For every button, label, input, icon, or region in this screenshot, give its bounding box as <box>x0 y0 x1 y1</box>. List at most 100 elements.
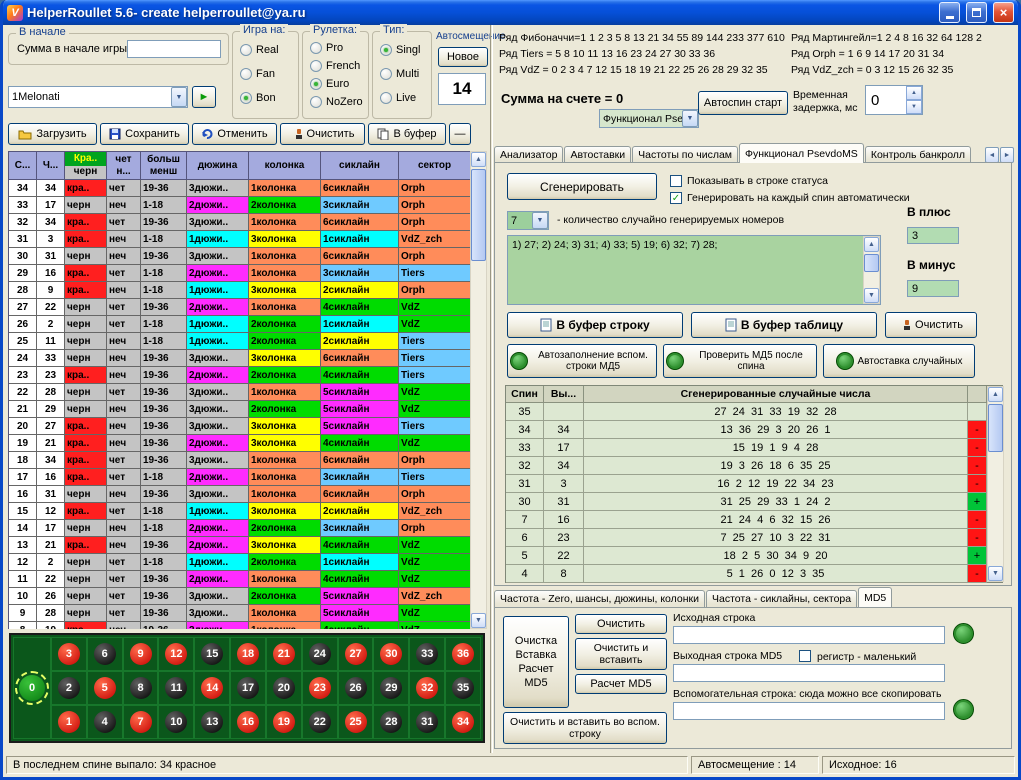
board-number[interactable]: 21 <box>273 643 295 665</box>
history-row[interactable]: 928чернчет19-363дюжи..1колонка5сиклайнVd… <box>9 605 470 622</box>
board-number[interactable]: 34 <box>452 711 474 733</box>
board-number-cell[interactable]: 14 <box>194 671 230 705</box>
board-number-cell[interactable]: 34 <box>445 705 481 739</box>
checkbox-auto-generate[interactable]: Генерировать на каждый спин автоматическ… <box>670 192 910 204</box>
tab-analyzer[interactable]: Анализатор <box>494 146 563 163</box>
board-number[interactable]: 27 <box>345 643 367 665</box>
checkbox-icon[interactable] <box>670 175 682 187</box>
chevron-down-icon[interactable] <box>682 110 698 127</box>
output-string-input[interactable] <box>673 664 945 682</box>
history-row[interactable]: 2129черннеч19-363дюжи..2колонка5сиклайнV… <box>9 401 470 418</box>
scroll-up-icon[interactable] <box>471 152 486 167</box>
radio-live[interactable]: Live <box>380 92 416 104</box>
board-number[interactable]: 25 <box>345 711 367 733</box>
board-number[interactable]: 1 <box>58 711 80 733</box>
scroll-down-icon[interactable] <box>988 566 1003 581</box>
md5-calc-button[interactable]: Расчет MD5 <box>575 674 667 694</box>
board-number[interactable]: 30 <box>380 643 402 665</box>
autobet-random-button[interactable]: Автоставка случайных <box>823 344 975 378</box>
board-number[interactable]: 19 <box>273 711 295 733</box>
history-row[interactable]: 2228чернчет19-363дюжи..1колонка5сиклайнV… <box>9 384 470 401</box>
board-number-cell[interactable]: 21 <box>266 637 302 671</box>
board-number-cell[interactable]: 29 <box>373 671 409 705</box>
board-number-cell[interactable]: 23 <box>302 671 338 705</box>
aux-string-input[interactable] <box>673 702 945 720</box>
function-combo[interactable]: Функционал PsevdoMS <box>599 109 699 128</box>
buffer-table-button[interactable]: В буфер таблицу <box>691 312 877 338</box>
board-number-cell[interactable]: 16 <box>230 705 266 739</box>
tab-freq-sixlines[interactable]: Частота - сиклайны, сектора <box>706 590 857 607</box>
chevron-down-icon[interactable] <box>171 87 187 107</box>
history-row[interactable]: 1631черннеч19-363дюжи..1колонка6сиклайнO… <box>9 486 470 503</box>
clear-generated-button[interactable]: Очистить <box>885 312 977 338</box>
tab-scroll-left-icon[interactable] <box>985 147 999 163</box>
history-scrollbar[interactable] <box>470 151 487 629</box>
history-row[interactable]: 1122чернчет19-362дюжи..1колонка4сиклайнV… <box>9 571 470 588</box>
board-number[interactable]: 4 <box>94 711 116 733</box>
board-number[interactable]: 3 <box>58 643 80 665</box>
board-number[interactable]: 12 <box>165 643 187 665</box>
board-number-cell[interactable]: 6 <box>87 637 123 671</box>
board-number-cell[interactable]: 12 <box>158 637 194 671</box>
board-number-cell[interactable]: 1 <box>51 705 87 739</box>
gen-row[interactable]: 71621 24 4 6 32 15 26- <box>506 511 987 529</box>
radio-nozero[interactable]: NoZero <box>310 96 363 108</box>
history-row[interactable]: 1512кра..чет1-181дюжи..3колонка2сиклайнV… <box>9 503 470 520</box>
history-row[interactable]: 1921кра..неч19-362дюжи..3колонка4сиклайн… <box>9 435 470 452</box>
history-row[interactable]: 3317черннеч1-182дюжи..2колонка3сиклайнOr… <box>9 197 470 214</box>
board-number-cell[interactable]: 18 <box>230 637 266 671</box>
history-row[interactable]: 3031черннеч19-363дюжи..1колонка6сиклайнO… <box>9 248 470 265</box>
history-row[interactable]: 3434кра..чет19-363дюжи..1колонка6сиклайн… <box>9 180 470 197</box>
board-number[interactable]: 17 <box>237 677 259 699</box>
board-number[interactable]: 26 <box>345 677 367 699</box>
new-button[interactable]: Новое <box>438 47 488 67</box>
board-number-cell[interactable]: 32 <box>409 671 445 705</box>
history-row[interactable]: 1834кра..чет19-363дюжи..1колонка6сиклайн… <box>9 452 470 469</box>
copy-buffer-button[interactable]: В буфер <box>368 123 446 145</box>
delay-spinner[interactable]: 0 <box>865 85 923 115</box>
history-row[interactable]: 3234кра..чет19-363дюжи..1колонка6сиклайн… <box>9 214 470 231</box>
history-row[interactable]: 819кра..неч19-362дюжи..1колонка4сиклайнV… <box>9 622 470 629</box>
board-number-cell[interactable]: 30 <box>373 637 409 671</box>
generated-table-scrollbar[interactable] <box>987 386 1004 582</box>
generated-scrollbar[interactable] <box>863 236 880 304</box>
board-number[interactable]: 18 <box>237 643 259 665</box>
history-row[interactable]: 289кра..неч1-181дюжи..3колонка2сиклайнOr… <box>9 282 470 299</box>
scroll-up-icon[interactable] <box>864 237 879 252</box>
checkbox-checked-icon[interactable] <box>670 192 682 204</box>
board-number[interactable]: 28 <box>380 711 402 733</box>
board-number-cell[interactable]: 3 <box>51 637 87 671</box>
tab-freq-zero[interactable]: Частота - Zero, шансы, дюжины, колонки <box>494 590 705 607</box>
board-number[interactable]: 8 <box>130 677 152 699</box>
check-md5-button[interactable]: Проверить МД5 после спина <box>663 344 817 378</box>
tab-md5[interactable]: MD5 <box>858 587 892 607</box>
history-row[interactable]: 2511черннеч1-181дюжи..2колонка2сиклайнTi… <box>9 333 470 350</box>
gen-row[interactable]: 331715 19 1 9 4 28- <box>506 439 987 457</box>
green-globe-button[interactable] <box>953 699 974 720</box>
source-string-input[interactable] <box>673 626 945 644</box>
spinner-up-icon[interactable] <box>906 86 922 100</box>
board-number[interactable]: 20 <box>273 677 295 699</box>
board-number-cell[interactable]: 9 <box>123 637 159 671</box>
autofill-md5-button[interactable]: Автозаполнение вспом. строки МД5 <box>507 344 657 378</box>
tab-bankroll[interactable]: Контроль банкролл <box>865 146 971 163</box>
history-row[interactable]: 262чернчет1-181дюжи..2колонка1сиклайнVdZ <box>9 316 470 333</box>
radio-bon[interactable]: Bon <box>240 92 276 104</box>
board-number-cell[interactable]: 31 <box>409 705 445 739</box>
gen-row[interactable]: 485 1 26 0 12 3 35- <box>506 565 987 583</box>
board-number-cell[interactable]: 4 <box>87 705 123 739</box>
scroll-down-icon[interactable] <box>471 613 486 628</box>
play-button[interactable] <box>192 86 216 108</box>
board-number-cell[interactable]: 33 <box>409 637 445 671</box>
maximize-button[interactable] <box>966 2 987 23</box>
board-number-cell[interactable]: 19 <box>266 705 302 739</box>
board-number[interactable]: 22 <box>309 711 331 733</box>
history-row[interactable]: 1716кра..чет1-182дюжи..1колонка3сиклайнT… <box>9 469 470 486</box>
history-row[interactable]: 2433черннеч19-363дюжи..3колонка6сиклайнT… <box>9 350 470 367</box>
md5-clear-paste-button[interactable]: Очистить и вставить <box>575 638 667 670</box>
radio-euro[interactable]: Euro <box>310 78 349 90</box>
board-number[interactable]: 9 <box>130 643 152 665</box>
board-zero-cell[interactable]: 0 <box>13 637 51 739</box>
tab-frequencies[interactable]: Частоты по числам <box>632 146 738 163</box>
board-number-cell[interactable]: 2 <box>51 671 87 705</box>
